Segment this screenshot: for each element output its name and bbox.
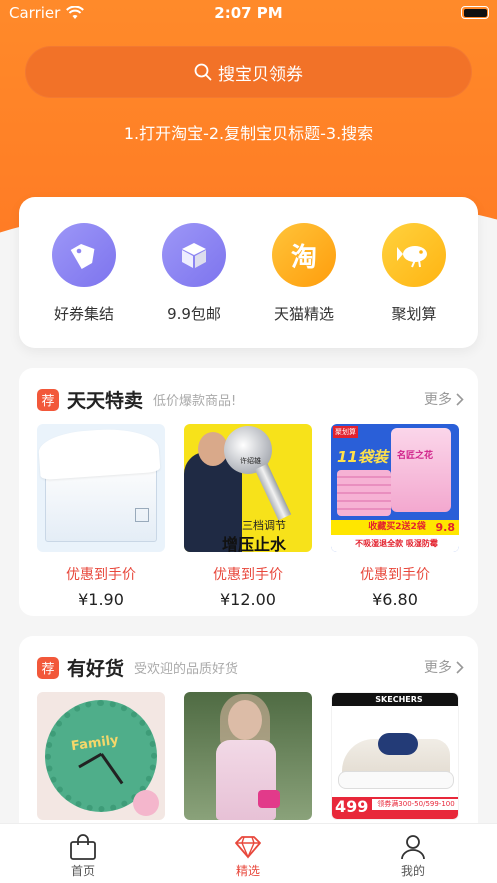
recommend-badge: 荐 (37, 656, 59, 679)
tab-label: 精选 (235, 864, 260, 878)
product-image-clock: Family (37, 692, 165, 820)
category-card: 好券集结 9.9包邮 淘 天猫精选 聚划算 (19, 197, 478, 348)
product-overlay-text: 聚划算 (333, 426, 358, 438)
tag-icon (52, 223, 116, 287)
search-bar[interactable]: 搜宝贝领券 (25, 46, 472, 98)
chevron-right-icon (456, 392, 464, 406)
category-item-coupons[interactable]: 好券集结 (29, 223, 139, 324)
product-overlay-text: 不吸湿退全款 吸湿防霉 (331, 535, 459, 552)
category-item-free-shipping[interactable]: 9.9包邮 (139, 223, 249, 324)
section-subtitle: 低价爆款商品! (153, 394, 237, 409)
product-card[interactable]: 聚划算 11袋装 名匠之花 收藏买2送2袋 9.8 不吸湿退全款 吸湿防霉 优惠… (331, 424, 459, 609)
section-subtitle: 受欢迎的品质好货 (134, 662, 239, 677)
product-overlay-text: 9.8 (435, 521, 456, 534)
product-overlay-text: 名匠之花 (397, 451, 434, 461)
box-icon (162, 223, 226, 287)
tab-profile[interactable]: 我的 (368, 832, 458, 879)
tab-bar: 首页 精选 我的 (0, 823, 497, 883)
category-item-tmall[interactable]: 淘 天猫精选 (249, 223, 359, 324)
more-link[interactable]: 更多 (424, 657, 464, 677)
status-time: 2:07 PM (214, 4, 283, 22)
more-label: 更多 (424, 392, 452, 408)
product-overlay-text: 499 (335, 797, 369, 816)
product-card[interactable] (184, 692, 312, 820)
tab-home[interactable]: 首页 (38, 832, 128, 879)
tab-label: 我的 (400, 864, 425, 878)
product-price: ¥6.80 (372, 590, 418, 609)
category-label: 天猫精选 (273, 305, 334, 323)
section-daily-deals: 荐 天天特卖 低价爆款商品! 更多 优惠到手价 ¥1.90 许绍雄 三档调节 增… (19, 368, 478, 616)
search-hint: 1.打开淘宝-2.复制宝贝标题-3.搜索 (123, 124, 374, 143)
product-image-dress (184, 692, 312, 820)
tab-label: 首页 (70, 864, 95, 878)
product-overlay-text: 增压止水 (222, 535, 287, 552)
product-promo: 优惠到手价 (360, 567, 430, 583)
section-good-items: 荐 有好货 受欢迎的品质好货 更多 Family SKECHERS 499 领券… (19, 636, 478, 836)
product-promo: 优惠到手价 (66, 567, 136, 583)
diamond-icon (203, 832, 293, 862)
battery-icon (461, 6, 489, 19)
tab-featured[interactable]: 精选 (203, 832, 293, 879)
status-bar: Carrier 2:07 PM (0, 0, 497, 26)
product-price: ¥1.90 (78, 590, 124, 609)
category-item-juhuasuan[interactable]: 聚划算 (359, 223, 469, 324)
section-header: 荐 天天特卖 低价爆款商品! (37, 386, 236, 413)
product-image-shower: 许绍雄 三档调节 增压止水 (184, 424, 312, 552)
chevron-right-icon (456, 660, 464, 674)
product-card[interactable]: Family (37, 692, 165, 820)
category-label: 好券集结 (53, 305, 114, 323)
product-card[interactable]: 许绍雄 三档调节 增压止水 优惠到手价 ¥12.00 (184, 424, 312, 609)
search-label: 搜宝贝领券 (218, 64, 303, 85)
recommend-badge: 荐 (37, 388, 59, 411)
product-card[interactable]: SKECHERS 499 领券满300-50/599-100 (331, 692, 459, 820)
bag-icon (38, 832, 128, 862)
product-image-dehumidifier: 聚划算 11袋装 名匠之花 收藏买2送2袋 9.8 不吸湿退全款 吸湿防霉 (331, 424, 459, 552)
product-image-sneaker: SKECHERS 499 领券满300-50/599-100 (331, 692, 459, 820)
category-label: 聚划算 (391, 305, 437, 323)
taobao-icon: 淘 (272, 223, 336, 287)
product-overlay-text: 领券满300-50/599-100 (372, 799, 458, 810)
user-icon (368, 832, 458, 862)
product-overlay-text: SKECHERS (332, 693, 458, 706)
product-overlay-text: 许绍雄 (240, 457, 261, 465)
category-label: 9.9包邮 (167, 305, 221, 323)
product-card[interactable]: 优惠到手价 ¥1.90 (37, 424, 165, 609)
fish-icon (382, 223, 446, 287)
section-header: 荐 有好货 受欢迎的品质好货 (37, 654, 238, 681)
product-image-tissue (37, 424, 165, 552)
section-title: 天天特卖 (67, 390, 144, 412)
search-icon (194, 63, 212, 81)
more-link[interactable]: 更多 (424, 389, 464, 409)
more-label: 更多 (424, 660, 452, 676)
product-promo: 优惠到手价 (213, 567, 283, 583)
section-title: 有好货 (67, 658, 125, 680)
product-price: ¥12.00 (220, 590, 276, 609)
product-overlay-text: 11袋装 (337, 448, 388, 466)
